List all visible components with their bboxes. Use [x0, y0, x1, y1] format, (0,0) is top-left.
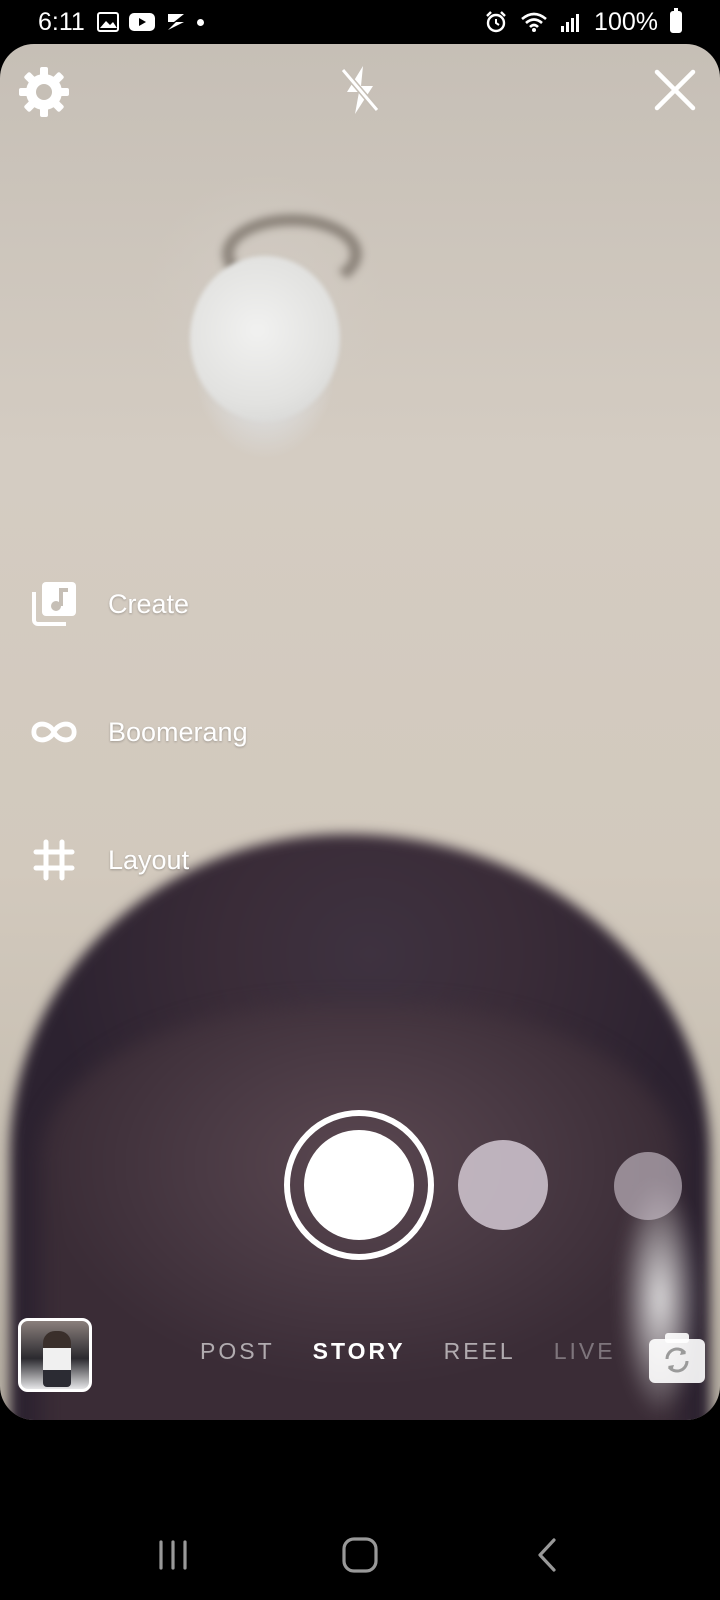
music-square-icon	[30, 580, 78, 628]
alarm-icon	[486, 11, 506, 33]
app-icon	[167, 14, 184, 30]
status-bar: 6:11 100%	[0, 0, 720, 44]
create-mode-button[interactable]: Create	[30, 580, 189, 628]
signal-icon	[561, 14, 580, 32]
boomerang-label: Boomerang	[108, 716, 248, 747]
shutter-inner	[304, 1130, 414, 1240]
status-left: 6:11	[38, 8, 204, 37]
flip-camera-button[interactable]	[646, 1328, 708, 1386]
hashtag-icon	[30, 836, 78, 884]
recent-apps-button[interactable]	[143, 1525, 203, 1585]
back-button[interactable]	[517, 1525, 577, 1585]
screen: 6:11 100% Create Boomerang Layout POST S…	[0, 0, 720, 1600]
recent-apps-icon	[159, 1540, 187, 1570]
flash-toggle-button[interactable]	[330, 60, 390, 120]
layout-label: Layout	[108, 844, 190, 875]
status-time: 6:11	[38, 7, 85, 36]
gallery-thumbnail-image	[43, 1331, 71, 1387]
gear-icon	[19, 67, 69, 117]
youtube-icon	[128, 13, 155, 31]
wifi-icon	[521, 12, 547, 32]
back-icon	[538, 1538, 556, 1572]
flip-camera-icon	[649, 1333, 705, 1383]
close-icon	[654, 69, 696, 111]
effect-option[interactable]	[458, 1140, 548, 1230]
effect-option[interactable]	[614, 1152, 682, 1220]
battery-icon	[670, 8, 682, 33]
settings-button[interactable]	[14, 62, 74, 122]
infinity-icon	[30, 708, 78, 756]
home-icon	[342, 1537, 378, 1573]
tab-live[interactable]: LIVE	[554, 1338, 616, 1365]
home-button[interactable]	[330, 1525, 390, 1585]
layout-mode-button[interactable]: Layout	[30, 836, 189, 884]
tab-reel[interactable]: REEL	[444, 1338, 516, 1365]
flash-off-icon	[340, 66, 380, 114]
tab-story[interactable]: STORY	[313, 1338, 406, 1365]
close-button[interactable]	[645, 60, 705, 120]
image-icon	[96, 12, 119, 32]
boomerang-mode-button[interactable]: Boomerang	[30, 708, 248, 756]
mode-tabs: POST STORY REEL LIVE	[200, 1338, 616, 1365]
notification-icons	[96, 12, 204, 32]
battery-percent: 100%	[594, 7, 658, 36]
shutter-button[interactable]	[284, 1110, 434, 1260]
tab-post[interactable]: POST	[200, 1338, 275, 1365]
dot-icon	[196, 18, 204, 26]
light-bulb	[190, 256, 340, 421]
gallery-thumbnail[interactable]	[18, 1318, 92, 1392]
create-label: Create	[108, 588, 190, 619]
status-right: 100%	[484, 8, 682, 37]
system-nav-bar	[0, 1520, 720, 1590]
